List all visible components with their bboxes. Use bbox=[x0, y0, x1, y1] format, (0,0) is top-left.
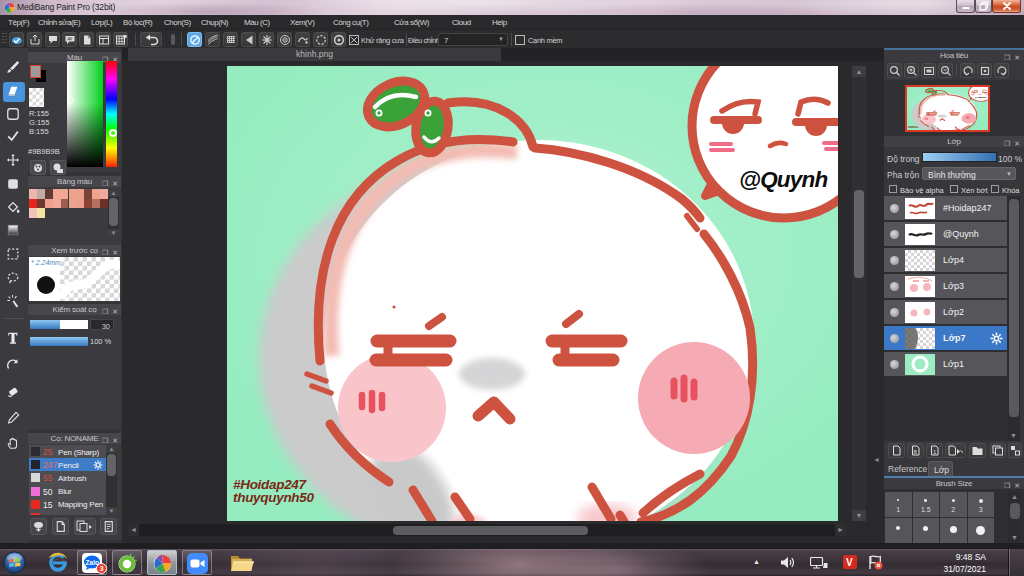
svg-text:8: 8 bbox=[914, 449, 918, 455]
svg-text:1: 1 bbox=[933, 449, 937, 455]
